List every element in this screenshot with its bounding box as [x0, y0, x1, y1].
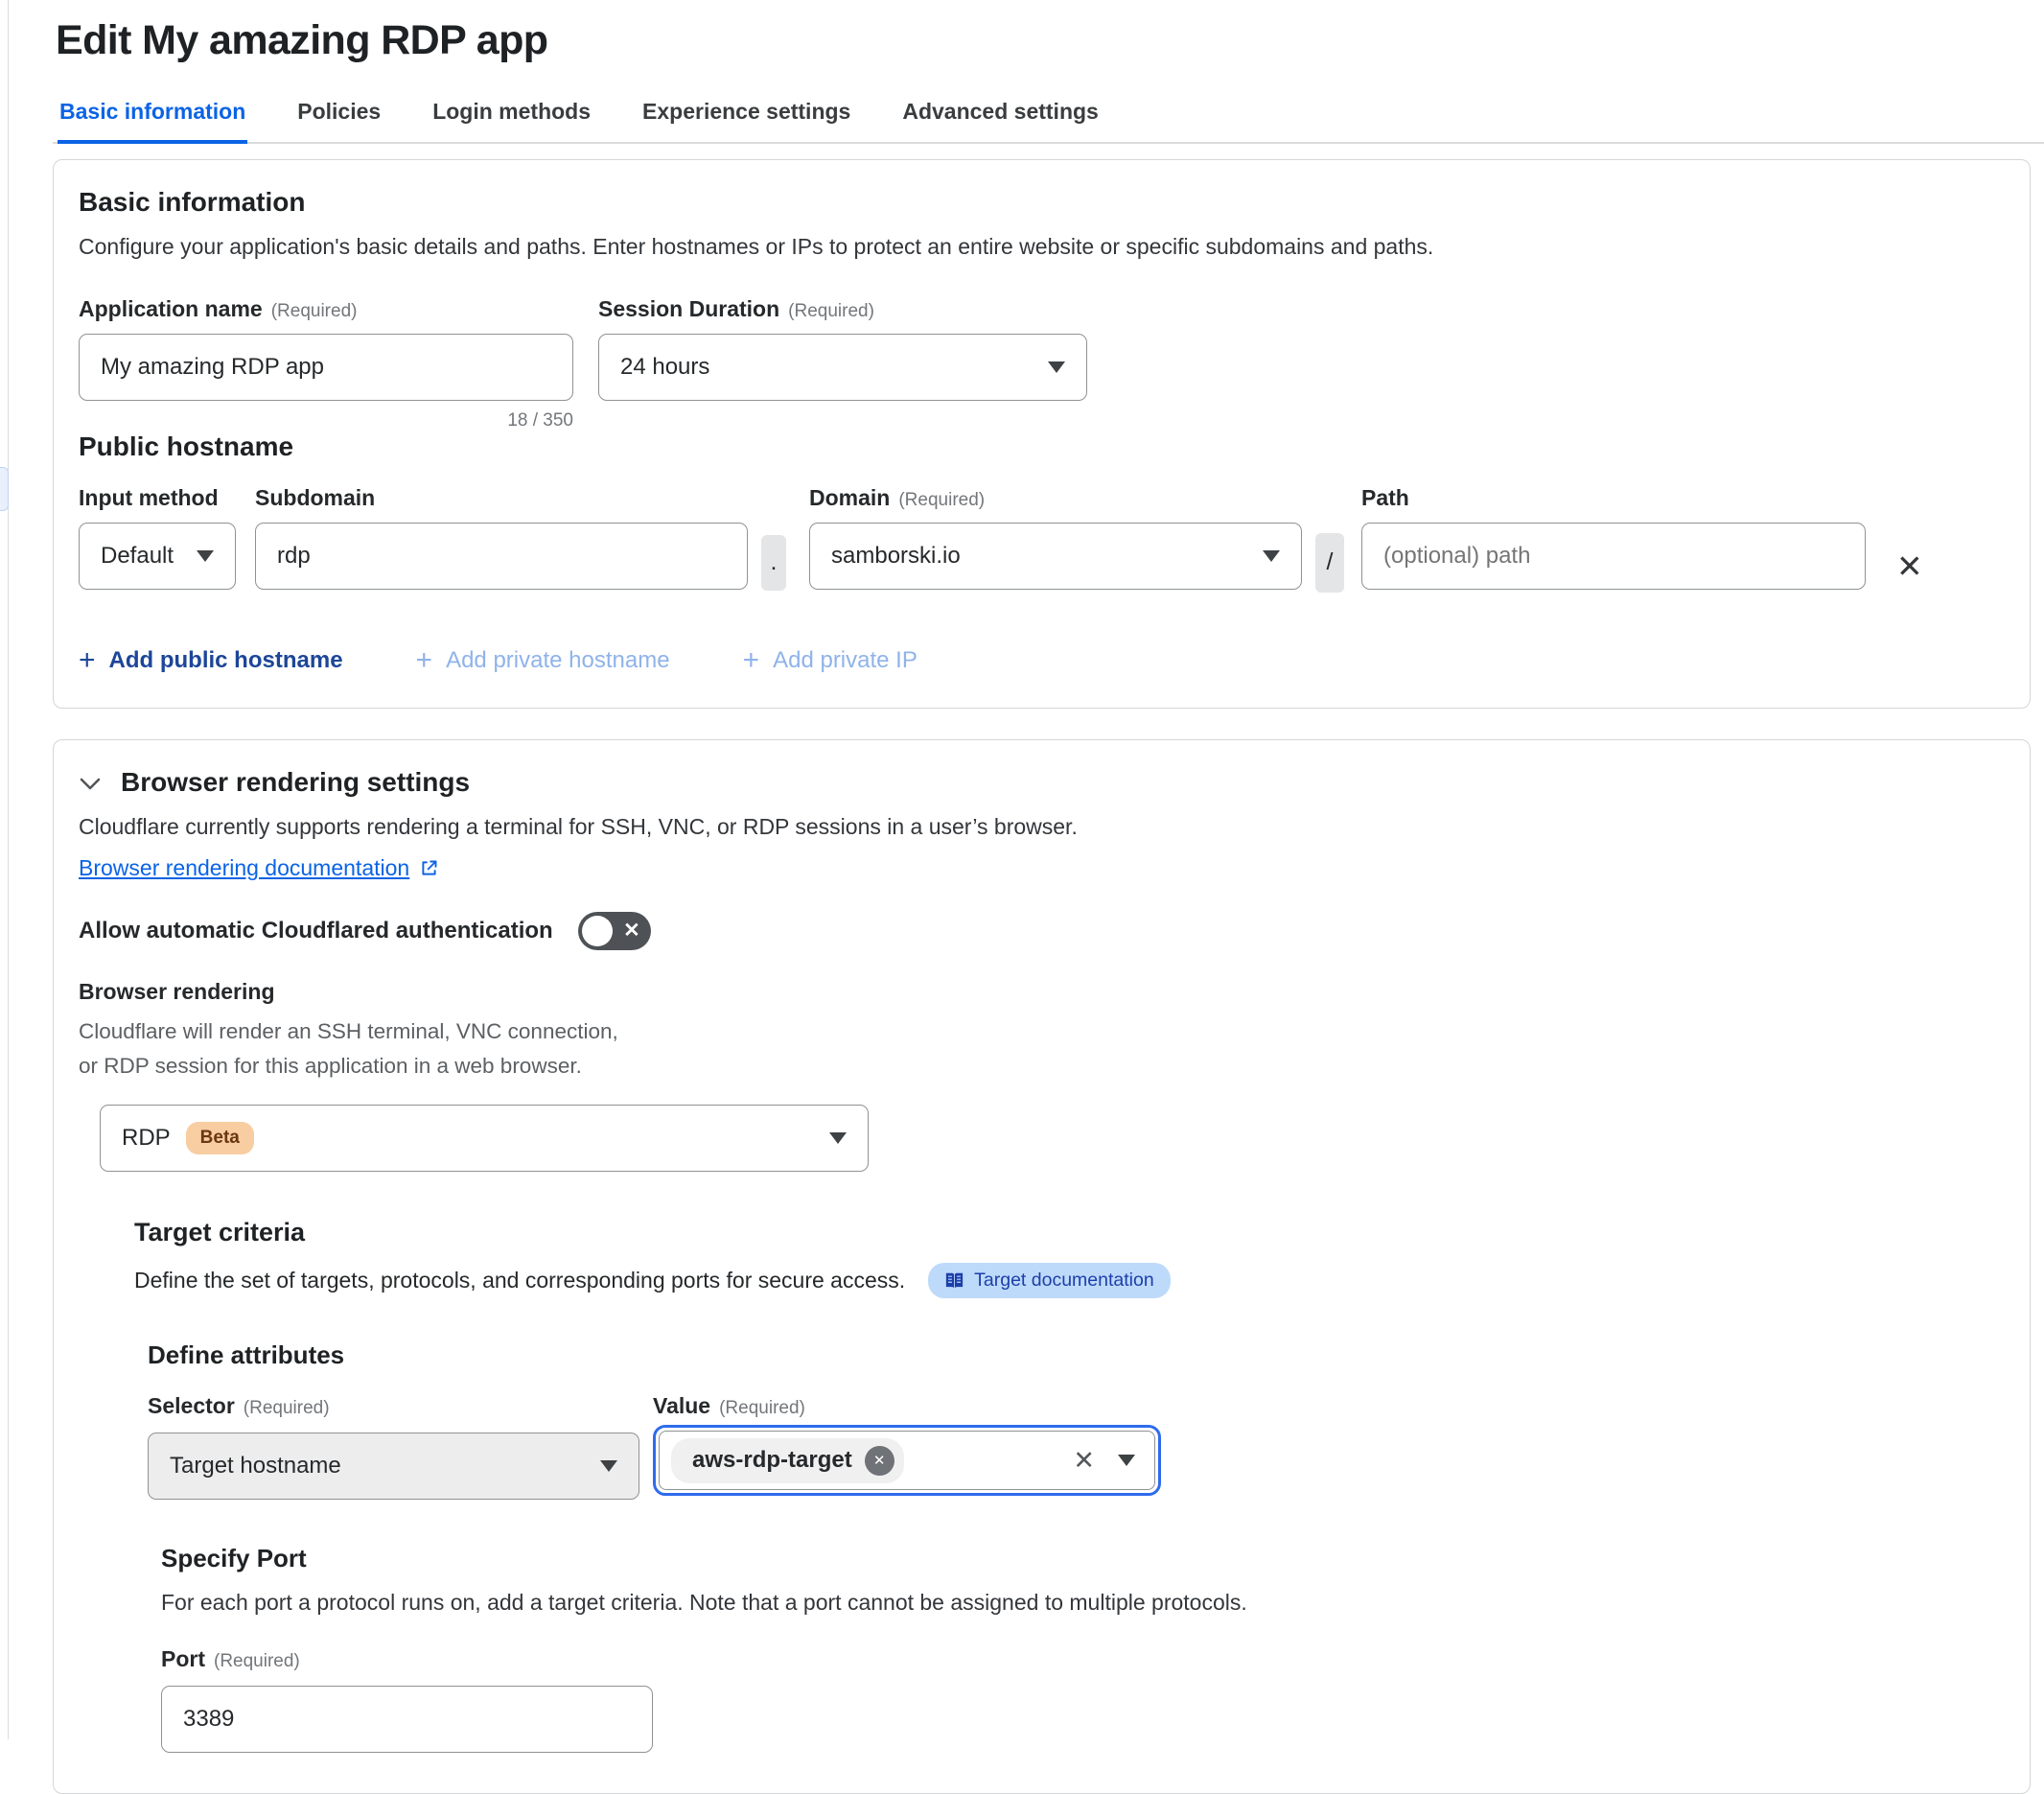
chevron-down-icon [1263, 550, 1280, 562]
hostname-dot-separator: . [761, 535, 786, 591]
input-method-value: Default [101, 543, 174, 570]
target-criteria-heading: Target criteria [134, 1218, 2001, 1247]
basic-information-card: Basic information Configure your applica… [53, 159, 2031, 709]
plus-icon: + [79, 646, 96, 675]
port-label: Port [161, 1646, 205, 1672]
input-method-select[interactable]: Default [79, 523, 236, 590]
remove-hostname-button[interactable]: ✕ [1893, 541, 1927, 593]
basic-information-heading: Basic information [79, 187, 2001, 218]
define-attributes-block: Define attributes Selector (Required) Ta… [148, 1340, 2001, 1753]
define-attributes-heading: Define attributes [148, 1340, 2001, 1370]
add-buttons-row: + Add public hostname + Add private host… [79, 646, 2001, 675]
port-input[interactable] [161, 1686, 653, 1753]
tab-policies[interactable]: Policies [295, 99, 383, 142]
domain-required: (Required) [898, 490, 985, 511]
plus-icon: + [416, 646, 433, 675]
browser-rendering-description: Cloudflare currently supports rendering … [79, 813, 2001, 842]
session-duration-required: (Required) [788, 301, 874, 322]
browser-rendering-collapse-header[interactable]: Browser rendering settings [79, 767, 2001, 798]
subdomain-input[interactable] [255, 523, 748, 590]
port-required: (Required) [214, 1651, 300, 1672]
chevron-down-icon [1048, 361, 1065, 373]
value-tag-text: aws-rdp-target [692, 1447, 852, 1474]
main-content: Edit My amazing RDP app Basic informatio… [53, 0, 2044, 1794]
session-duration-select[interactable]: 24 hours [598, 334, 1087, 401]
target-criteria-section: Target criteria Define the set of target… [134, 1218, 2001, 1753]
target-criteria-description: Define the set of targets, protocols, an… [134, 1268, 905, 1293]
tab-experience-settings[interactable]: Experience settings [640, 99, 852, 142]
external-link-icon [419, 858, 439, 878]
value-multiselect-focus-ring: aws-rdp-target ✕ ✕ [653, 1425, 1161, 1496]
session-duration-label: Session Duration [598, 296, 779, 322]
chevron-down-icon [79, 777, 102, 792]
chevron-down-icon [829, 1132, 847, 1144]
browser-rendering-card: Browser rendering settings Cloudflare cu… [53, 739, 2031, 1794]
application-name-required: (Required) [271, 301, 358, 322]
beta-badge: Beta [186, 1122, 254, 1154]
browser-rendering-doc-link[interactable]: Browser rendering documentation [79, 855, 409, 881]
selector-required: (Required) [244, 1398, 330, 1419]
clear-value-button[interactable]: ✕ [1067, 1448, 1101, 1474]
tab-advanced-settings[interactable]: Advanced settings [900, 99, 1101, 142]
page-title: Edit My amazing RDP app [56, 17, 2044, 64]
value-tag: aws-rdp-target ✕ [671, 1438, 904, 1483]
path-input[interactable] [1361, 523, 1866, 590]
browser-rendering-heading: Browser rendering settings [121, 767, 470, 798]
value-label: Value [653, 1393, 710, 1419]
target-documentation-badge[interactable]: Target documentation [928, 1263, 1171, 1298]
browser-rendering-field-label: Browser rendering [79, 979, 275, 1005]
remove-tag-button[interactable]: ✕ [865, 1446, 894, 1476]
tab-bar: Basic information Policies Login methods… [53, 99, 2044, 144]
add-private-hostname-button[interactable]: + Add private hostname [416, 646, 670, 675]
value-required: (Required) [719, 1398, 805, 1419]
sidebar-edge-highlight [0, 467, 9, 511]
toggle-knob [582, 916, 613, 946]
selector-label: Selector [148, 1393, 235, 1419]
cloudflared-auth-toggle[interactable]: ✕ [578, 912, 651, 950]
hostname-slash-separator: / [1315, 533, 1344, 593]
tab-basic-information[interactable]: Basic information [58, 99, 247, 144]
add-public-hostname-button[interactable]: + Add public hostname [79, 646, 343, 675]
toggle-off-icon: ✕ [623, 919, 640, 943]
domain-label: Domain [809, 485, 890, 511]
add-private-ip-button[interactable]: + Add private IP [743, 646, 917, 675]
specify-port-block: Specify Port For each port a protocol ru… [161, 1544, 2001, 1753]
tab-login-methods[interactable]: Login methods [430, 99, 592, 142]
application-name-counter: 18 / 350 [79, 410, 573, 431]
specify-port-description: For each port a protocol runs on, add a … [161, 1589, 2001, 1618]
path-label: Path [1361, 485, 1409, 511]
public-hostname-heading: Public hostname [79, 431, 2001, 462]
browser-rendering-value: RDP [122, 1125, 171, 1152]
value-multiselect[interactable]: aws-rdp-target ✕ ✕ [659, 1431, 1155, 1490]
browser-rendering-field-description: Cloudflare will render an SSH terminal, … [79, 1014, 639, 1083]
subdomain-label: Subdomain [255, 485, 375, 511]
basic-information-description: Configure your application's basic detai… [79, 233, 2001, 262]
application-name-label: Application name [79, 296, 263, 322]
browser-rendering-select[interactable]: RDP Beta [100, 1105, 869, 1172]
domain-select[interactable]: samborski.io [809, 523, 1302, 590]
public-hostname-row: Input method Default Subdomain . Domain … [79, 485, 2001, 593]
domain-value: samborski.io [831, 543, 961, 570]
chevron-down-icon [600, 1460, 617, 1472]
session-duration-value: 24 hours [620, 354, 709, 381]
book-icon [944, 1271, 964, 1290]
chevron-down-icon[interactable] [1118, 1455, 1135, 1466]
selector-value: Target hostname [170, 1453, 341, 1479]
page-left-divider [8, 0, 9, 1739]
selector-select[interactable]: Target hostname [148, 1433, 639, 1500]
cloudflared-auth-label: Allow automatic Cloudflared authenticati… [79, 918, 553, 944]
plus-icon: + [743, 646, 760, 675]
specify-port-heading: Specify Port [161, 1544, 2001, 1573]
chevron-down-icon [197, 550, 214, 562]
input-method-label: Input method [79, 485, 219, 511]
application-name-input[interactable] [79, 334, 573, 401]
